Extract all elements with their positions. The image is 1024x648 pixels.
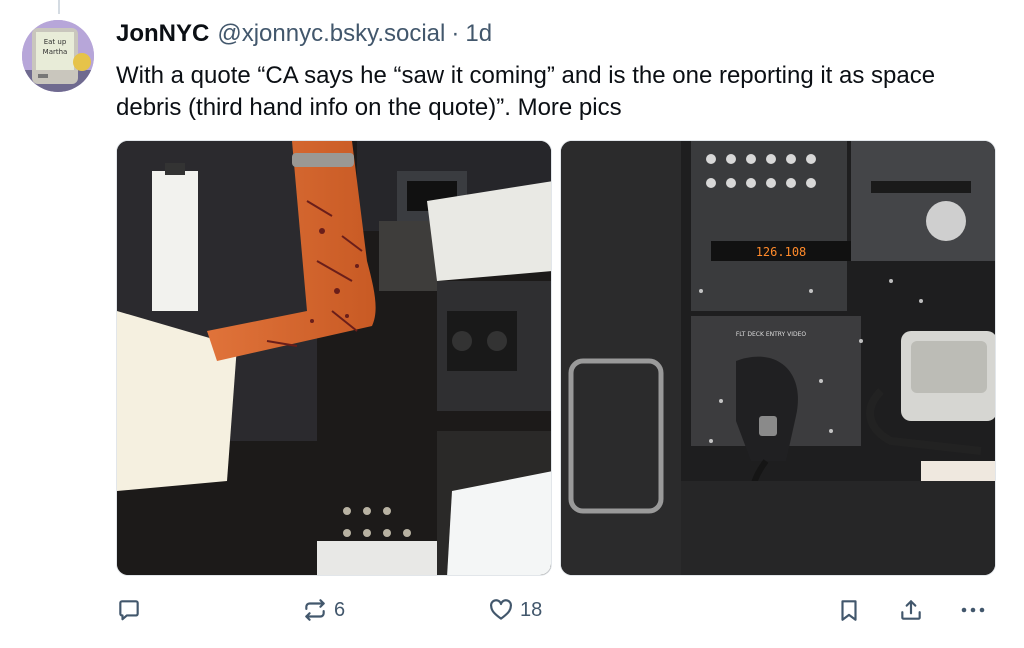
repost-icon (305, 599, 325, 621)
author-handle[interactable]: @xjonnyc.bsky.social (217, 20, 445, 48)
more-options-button[interactable] (958, 594, 988, 626)
avatar[interactable]: Eat up Martha (22, 20, 94, 92)
reply-button[interactable] (116, 594, 148, 626)
thread-line (58, 0, 60, 14)
post-image-1[interactable] (116, 140, 552, 576)
post-timestamp[interactable]: 1d (465, 20, 492, 48)
heart-icon (490, 599, 512, 620)
like-button[interactable]: 18 (488, 594, 542, 626)
post-text: With a quote “CA says he “saw it coming”… (116, 62, 936, 121)
author-display-name[interactable]: JonNYC (116, 20, 209, 48)
photo-cockpit-glass-debris: 126.108 FLT DECK ENTRY VIDEO (561, 141, 995, 575)
svg-text:Eat up: Eat up (44, 38, 67, 46)
avatar-image: Eat up Martha (22, 20, 94, 92)
svg-text:Martha: Martha (43, 48, 68, 56)
share-button[interactable] (898, 594, 924, 626)
svg-text:126.108: 126.108 (756, 245, 807, 259)
repost-count: 6 (334, 598, 346, 621)
bookmark-icon (841, 600, 857, 621)
repost-button[interactable]: 6 (302, 594, 345, 626)
like-count: 18 (520, 598, 543, 621)
post-header: JonNYC @xjonnyc.bsky.social · 1d (116, 20, 492, 52)
post-image-2[interactable]: 126.108 FLT DECK ENTRY VIDEO (560, 140, 996, 576)
photo-cut-arm-cockpit (117, 141, 551, 575)
svg-text:FLT DECK ENTRY VIDEO: FLT DECK ENTRY VIDEO (736, 331, 807, 338)
post-actions: 6 18 (116, 594, 996, 626)
media-gallery: 126.108 FLT DECK ENTRY VIDEO (116, 140, 996, 576)
bookmark-button[interactable] (836, 594, 862, 626)
header-separator: · (451, 20, 460, 47)
reply-icon (119, 600, 139, 621)
ellipsis-icon (961, 607, 985, 613)
share-icon (901, 600, 921, 620)
